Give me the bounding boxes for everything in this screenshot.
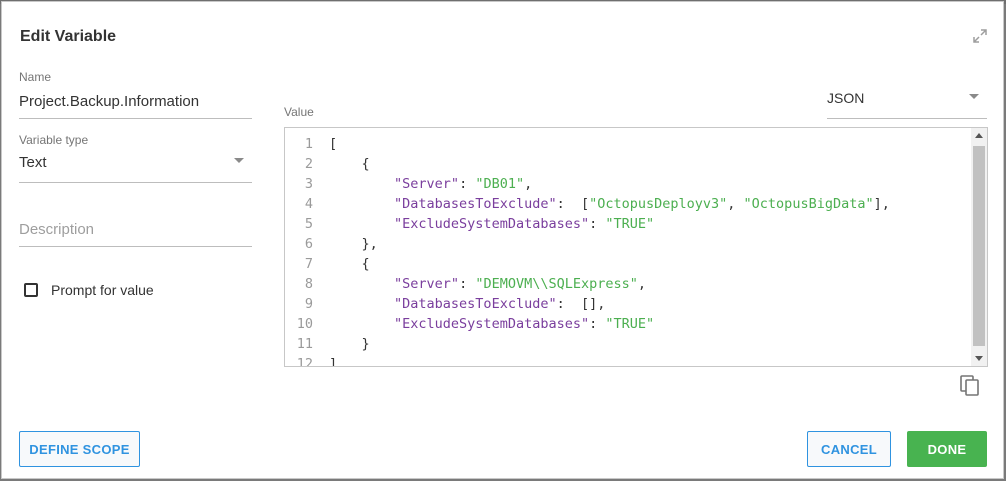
json-punctuation: : [], [556,296,606,312]
description-input[interactable]: Description [19,221,94,238]
json-punctuation: , [524,176,533,192]
code-line: 10 "ExcludeSystemDatabases": "TRUE" [285,314,890,334]
line-number: 2 [304,156,313,172]
scroll-up-icon[interactable] [975,133,983,138]
edit-variable-dialog: Edit Variable Name Project.Backup.Inform… [1,1,1004,479]
json-punctuation: [ [329,136,338,152]
syntax-chevron-down-icon[interactable] [969,94,979,99]
json-key: "ExcludeSystemDatabases" [394,216,590,232]
value-label: Value [284,105,314,119]
json-punctuation: { [329,256,370,272]
done-button[interactable]: DONE [907,431,987,467]
json-punctuation [329,176,394,192]
json-punctuation [329,276,394,292]
json-key: "Server" [394,276,460,292]
json-punctuation: } [329,336,370,352]
json-punctuation: { [329,156,370,172]
json-string: "TRUE" [605,316,655,332]
json-punctuation: ], [873,196,890,212]
code-line: 9 "DatabasesToExclude": [], [285,294,890,314]
code-line: 7 { [285,254,890,274]
editor-scrollbar[interactable] [971,128,987,366]
json-key: "DatabasesToExclude" [394,296,557,312]
define-scope-button[interactable]: DEFINE SCOPE [19,431,140,467]
variable-type-value: Text [19,154,47,171]
prompt-label: Prompt for value [51,282,154,298]
line-number: 11 [296,336,313,352]
json-punctuation: : [459,276,476,292]
json-punctuation: }, [329,236,378,252]
json-string: "DEMOVM\\SQLExpress" [475,276,638,292]
json-punctuation: ] [329,356,338,367]
json-punctuation: , [637,276,647,292]
json-punctuation [329,216,394,232]
line-number: 1 [304,136,313,152]
code-line: 6 }, [285,234,890,254]
scroll-down-icon[interactable] [975,356,983,361]
syntax-value: JSON [827,90,865,106]
variable-type-underline [19,182,252,183]
json-string: "TRUE" [605,216,655,232]
copy-icon[interactable] [960,375,980,397]
code-line: 5 "ExcludeSystemDatabases": "TRUE" [285,214,890,234]
cancel-button[interactable]: CANCEL [807,431,891,467]
code-line: 3 "Server": "DB01", [285,174,890,194]
json-key: "ExcludeSystemDatabases" [394,316,590,332]
code-line: 11 } [285,334,890,354]
syntax-select[interactable]: JSON [827,90,987,112]
description-underline [19,246,252,247]
json-string: "OctopusDeployv3" [589,196,728,212]
name-label: Name [19,70,52,84]
name-underline [19,118,252,119]
json-punctuation [329,196,394,212]
json-key: "DatabasesToExclude" [394,196,557,212]
json-punctuation [329,316,394,332]
json-string: "OctopusBigData" [743,196,874,212]
line-number: 9 [304,296,313,312]
line-number: 7 [304,256,313,272]
json-key: "Server" [394,176,460,192]
dialog-title: Edit Variable [20,28,117,45]
expand-icon[interactable] [973,29,987,43]
line-number: 12 [296,356,313,367]
variable-type-select[interactable]: Text [19,154,252,174]
line-number: 8 [304,276,313,292]
prompt-checkbox[interactable] [24,283,38,297]
json-punctuation [329,296,394,312]
variable-type-label: Variable type [19,133,89,147]
code-line: 12] [285,354,890,367]
line-number: 4 [304,196,313,212]
json-punctuation: : [589,216,606,232]
json-editor[interactable]: 1[2 {3 "Server": "DB01", 4 "DatabasesToEx… [284,127,988,367]
syntax-underline [827,118,987,119]
line-number: 3 [304,176,313,192]
line-number: 5 [304,216,313,232]
json-punctuation: : [459,176,476,192]
line-number: 10 [296,316,313,332]
scrollbar-thumb[interactable] [973,146,985,346]
code-lines: 1[2 {3 "Server": "DB01", 4 "DatabasesToEx… [285,134,890,367]
code-line: 1[ [285,134,890,154]
name-input[interactable]: Project.Backup.Information [19,93,199,110]
chevron-down-icon[interactable] [234,158,244,163]
json-string: "DB01" [475,176,525,192]
code-line: 2 { [285,154,890,174]
code-line: 8 "Server": "DEMOVM\\SQLExpress", [285,274,890,294]
json-punctuation: : [589,316,606,332]
code-line: 4 "DatabasesToExclude": ["OctopusDeployv… [285,194,890,214]
line-number: 6 [304,236,313,252]
json-punctuation: , [727,196,744,212]
json-punctuation: : [ [556,196,590,212]
